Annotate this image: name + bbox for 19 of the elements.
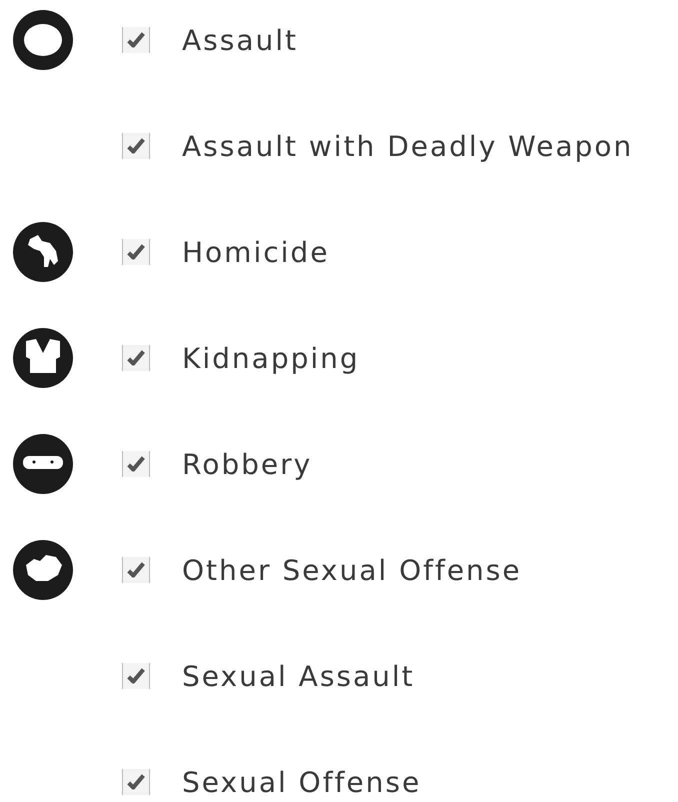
checkbox[interactable] [122,27,150,53]
checkbox[interactable] [122,557,150,583]
filter-label: Homicide [182,236,330,268]
filter-label: Assault with Deadly Weapon [182,130,634,162]
checkbox[interactable] [122,133,150,159]
filter-label: Other Sexual Offense [182,554,522,586]
filter-label: Robbery [182,448,312,480]
ring-icon [12,9,74,71]
mask-icon [12,433,74,495]
checkbox[interactable] [122,239,150,265]
filter-label: Assault [182,24,298,56]
filter-label: Sexual Assault [182,660,415,692]
checkbox[interactable] [122,663,150,689]
checkbox[interactable] [122,769,150,795]
shirt-icon [12,327,74,389]
filter-label: Sexual Offense [182,766,422,798]
filter-label: Kidnapping [182,342,360,374]
checkbox[interactable] [122,345,150,371]
checkbox[interactable] [122,451,150,477]
